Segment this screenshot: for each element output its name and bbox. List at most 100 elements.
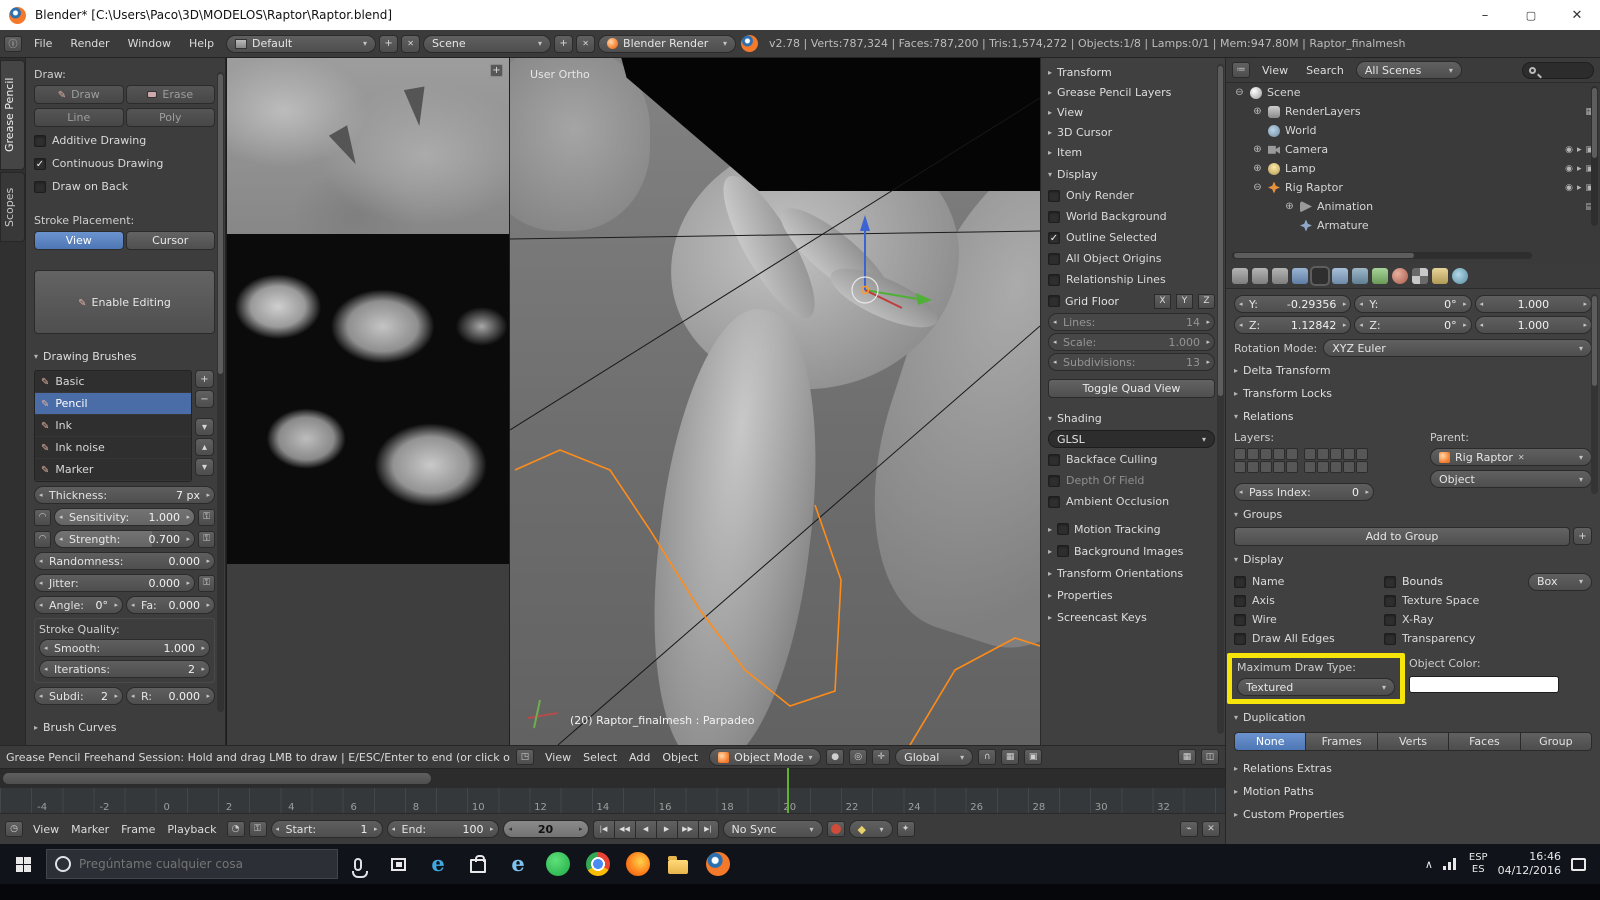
toggle-quad-view-button[interactable]: Toggle Quad View	[1048, 379, 1215, 398]
duplication-none-button[interactable]: None	[1234, 732, 1306, 751]
store-taskbar-button[interactable]	[458, 844, 498, 884]
layers-widget[interactable]: ▦	[1178, 749, 1196, 765]
image-editor-canvas[interactable]	[227, 58, 510, 745]
custom-properties-panel-header[interactable]: Custom Properties	[1234, 804, 1592, 824]
duplication-verts-button[interactable]: Verts	[1376, 732, 1449, 751]
grid-scale-field[interactable]: Scale: 1.000	[1048, 333, 1215, 351]
outliner-editor-type-icon[interactable]: ≔	[1232, 62, 1250, 78]
expand-icon[interactable]	[1252, 106, 1263, 117]
wire-checkbox[interactable]: Wire	[1234, 610, 1384, 629]
file-explorer-button[interactable]	[658, 844, 698, 884]
scale-y-field[interactable]: 1.000	[1474, 295, 1592, 313]
show-hidden-icons-button[interactable]: ∧	[1425, 858, 1433, 871]
outliner-item-camera[interactable]: Camera ◉▸▣	[1226, 140, 1600, 159]
tab-constraints[interactable]	[1332, 268, 1348, 284]
next-keyframe-button[interactable]: ▶▶	[676, 819, 698, 839]
delete-scene-button[interactable]	[576, 34, 596, 53]
shading-mode-select[interactable]: GLSL	[1048, 430, 1215, 448]
layers-widget[interactable]	[1234, 448, 1420, 473]
outliner-search-menu[interactable]: Search	[1300, 64, 1350, 77]
npanel-scrollbar[interactable]	[1217, 64, 1224, 734]
draw-button[interactable]: Draw	[34, 85, 124, 104]
action-center-icon[interactable]	[1571, 857, 1586, 871]
parent-field[interactable]: Rig Raptor ✕	[1430, 448, 1592, 466]
tab-world[interactable]	[1292, 268, 1308, 284]
duplication-frames-button[interactable]: Frames	[1305, 732, 1377, 751]
timeline-menu-item[interactable]: Frame	[115, 823, 161, 836]
transparency-checkbox[interactable]: Transparency	[1384, 629, 1592, 648]
draw-on-back-checkbox[interactable]: Draw on Back	[34, 177, 215, 196]
tab-render-layers[interactable]	[1252, 268, 1268, 284]
pressure-strength-icon[interactable]: ◠	[34, 530, 51, 548]
lock-time-icon[interactable]: ⚿	[248, 821, 267, 837]
timeline-menu-item[interactable]: Playback	[161, 823, 222, 836]
npanel-section-header[interactable]: 3D Cursor	[1048, 122, 1215, 142]
timeline-menu-item[interactable]: Marker	[65, 823, 115, 836]
timeline-menu-item[interactable]: View	[27, 823, 65, 836]
viewport-menu-item[interactable]: Add	[623, 751, 656, 764]
outliner-item-animation[interactable]: Animation ▤	[1226, 197, 1600, 216]
additive-drawing-checkbox[interactable]: Additive Drawing	[34, 131, 215, 150]
blender-taskbar-button[interactable]	[698, 844, 738, 884]
line-button[interactable]: Line	[34, 108, 124, 127]
bounds-type-select[interactable]: Box	[1528, 572, 1592, 591]
pressure-sensitivity-icon[interactable]: ◠	[34, 508, 51, 526]
background-images-checkbox[interactable]	[1057, 545, 1070, 557]
enable-editing-button[interactable]: Enable Editing	[34, 270, 215, 334]
mode-select[interactable]: Object Mode	[709, 748, 822, 766]
maximize-button[interactable]	[1508, 0, 1554, 30]
render-opengl-icon[interactable]: ▣	[1024, 749, 1043, 765]
pass-index-field[interactable]: Pass Index: 0	[1234, 483, 1374, 501]
display-panel-header[interactable]: Display	[1048, 164, 1215, 184]
keying-options-icon[interactable]: ✦	[896, 821, 915, 837]
rotation-mode-select[interactable]: XYZ Euler	[1323, 339, 1592, 357]
name-checkbox[interactable]: Name	[1234, 572, 1384, 591]
tab-grease-pencil[interactable]: Grease Pencil	[0, 60, 25, 170]
menu-item[interactable]: Render	[61, 30, 118, 58]
selectability-icon[interactable]: ▸	[1577, 183, 1582, 193]
duplication-group-button[interactable]: Group	[1519, 732, 1593, 751]
clear-parent-icon[interactable]: ✕	[1518, 453, 1525, 462]
orientation-select[interactable]: Global	[895, 748, 974, 766]
scale-z-field[interactable]: 1.000	[1474, 316, 1592, 334]
outliner-item-renderlayers[interactable]: RenderLayers ▦	[1226, 102, 1600, 121]
motion-tracking-checkbox[interactable]	[1057, 523, 1070, 535]
cortana-search-box[interactable]	[46, 849, 338, 879]
viewport-menu-item[interactable]: Select	[577, 751, 623, 764]
properties-scrollbar[interactable]	[1591, 294, 1598, 494]
menu-item[interactable]: Window	[119, 30, 180, 58]
npanel-section-header[interactable]: View	[1048, 102, 1215, 122]
blender-splash-icon[interactable]	[741, 35, 759, 52]
grid-lines-field[interactable]: Lines: 14	[1048, 313, 1215, 331]
selectability-icon[interactable]: ▸	[1577, 145, 1582, 155]
relationship-lines-checkbox[interactable]: Relationship Lines	[1048, 270, 1215, 289]
shading-panel-header[interactable]: Shading	[1048, 408, 1215, 428]
sensitivity-randomize-icon[interactable]: ⚿	[198, 508, 215, 526]
brush-list-item[interactable]: Marker	[35, 459, 191, 481]
duplication-faces-button[interactable]: Faces	[1448, 732, 1520, 751]
axis-z-toggle[interactable]: Z	[1198, 293, 1215, 309]
microphone-button[interactable]	[338, 844, 378, 884]
add-scene-button[interactable]	[554, 34, 574, 53]
tab-object-data[interactable]	[1372, 268, 1388, 284]
outliner-item-world[interactable]: World	[1226, 121, 1600, 140]
placement-view-button[interactable]: View	[34, 231, 124, 250]
viewport-menu-item[interactable]: View	[539, 751, 577, 764]
relations-panel-header[interactable]: Relations	[1234, 406, 1592, 426]
tab-object[interactable]	[1310, 266, 1330, 286]
outliner-item-scene[interactable]: Scene	[1226, 83, 1600, 102]
copy-data-path-icon[interactable]: ⌁	[1180, 821, 1198, 837]
groups-panel-header[interactable]: Groups	[1234, 504, 1592, 524]
drawing-brushes-panel-header[interactable]: Drawing Brushes	[34, 346, 215, 366]
jump-to-end-button[interactable]: ▶|	[697, 819, 719, 839]
brush-list-item[interactable]: Ink	[35, 415, 191, 437]
randomness-slider[interactable]: Randomness: 0.000	[34, 552, 215, 570]
outliner-hscrollbar[interactable]	[1232, 252, 1532, 259]
remove-keyframe-icon[interactable]: ✕	[1202, 821, 1220, 837]
world-background-checkbox[interactable]: World Background	[1048, 207, 1215, 226]
iterations-field[interactable]: Iterations: 2	[39, 660, 210, 678]
delta-transform-panel-header[interactable]: Delta Transform	[1234, 360, 1592, 380]
random-radius-field[interactable]: R: 0.000	[126, 687, 215, 705]
only-render-checkbox[interactable]: Only Render	[1048, 186, 1215, 205]
jitter-slider[interactable]: Jitter: 0.000	[34, 574, 195, 592]
